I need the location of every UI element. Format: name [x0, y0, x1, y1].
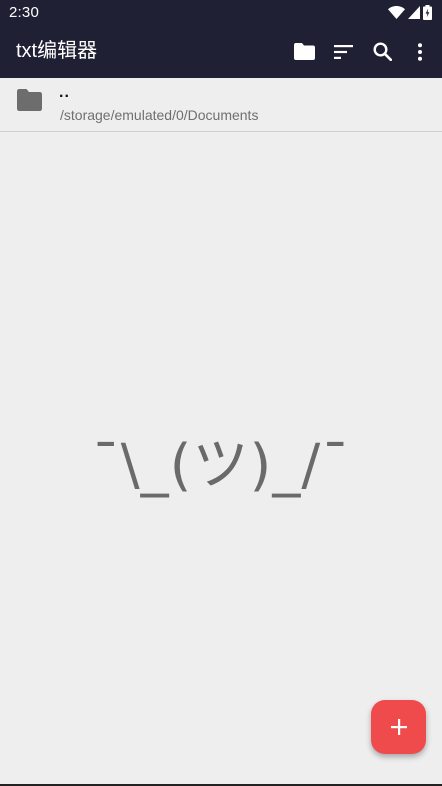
add-file-button[interactable] — [371, 700, 426, 754]
wifi-icon — [388, 6, 405, 19]
app-bar: txt编辑器 — [0, 25, 442, 78]
status-time: 2:30 — [9, 4, 39, 21]
sort-button[interactable] — [325, 25, 363, 78]
search-icon — [372, 42, 392, 61]
plus-icon — [390, 719, 407, 735]
battery-icon — [423, 5, 432, 20]
parent-directory-item[interactable]: .. /storage/emulated/0/Documents — [0, 79, 442, 132]
more-options-button[interactable] — [401, 25, 439, 78]
folder-icon — [17, 89, 42, 111]
app-title: txt编辑器 — [16, 40, 98, 62]
current-path: /storage/emulated/0/Documents — [60, 107, 259, 123]
folder-icon — [293, 43, 315, 60]
status-icons — [388, 5, 432, 20]
sort-icon — [334, 44, 353, 59]
more-vert-icon — [418, 42, 422, 61]
search-button[interactable] — [363, 25, 401, 78]
status-bar: 2:30 — [0, 0, 442, 25]
empty-state-text: ¯\_(ツ)_/¯ — [91, 433, 351, 498]
open-folder-button[interactable] — [285, 25, 323, 78]
parent-directory-name: .. — [59, 84, 70, 101]
signal-icon — [408, 6, 420, 19]
